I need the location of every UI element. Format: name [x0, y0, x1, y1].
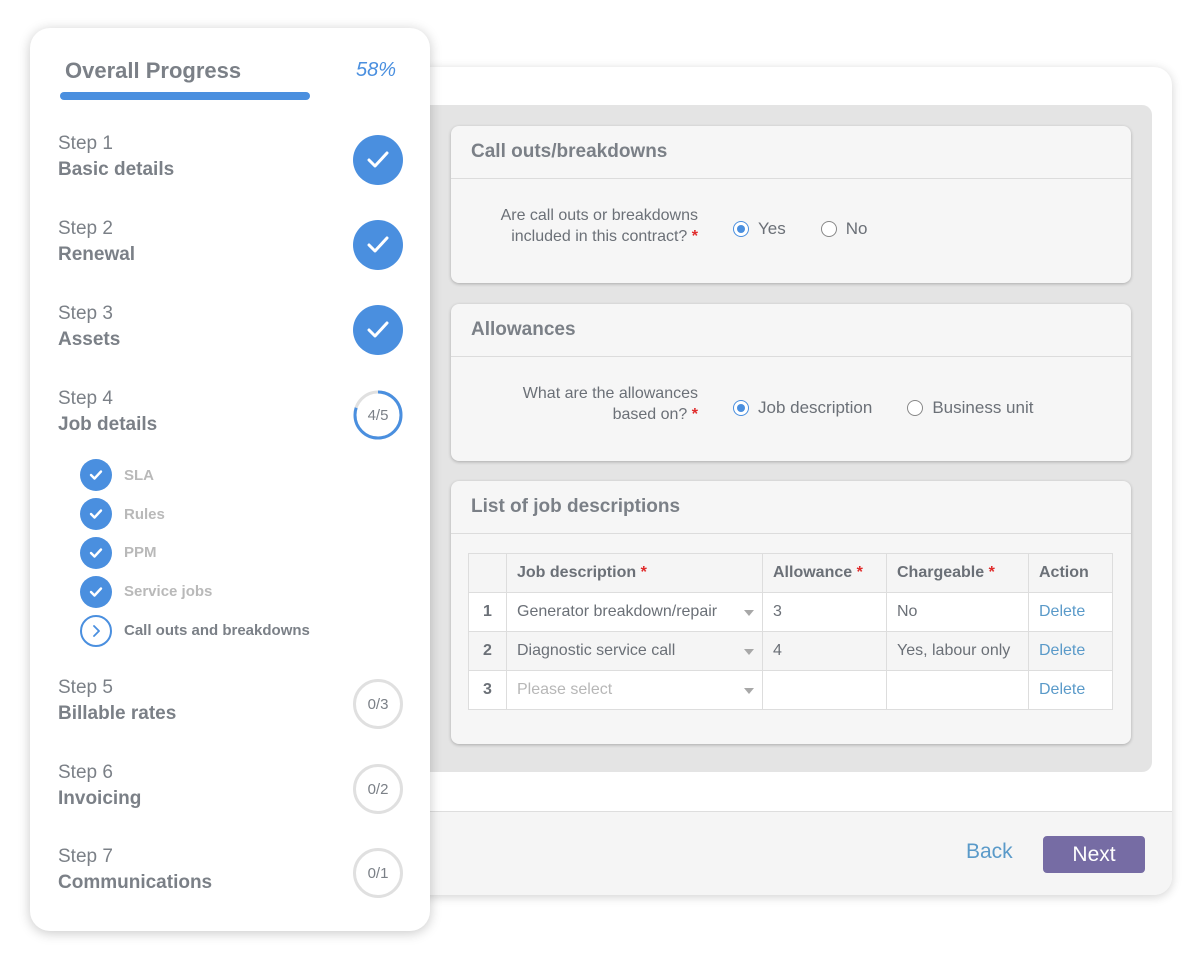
table-row: 1 Generator breakdown/repair 3 No Delete [468, 592, 1113, 632]
step-2[interactable]: Step 2 Renewal [58, 216, 403, 270]
step-3[interactable]: Step 3 Assets [58, 301, 403, 355]
substep-ppm[interactable]: PPM [80, 534, 310, 573]
delete-link[interactable]: Delete [1039, 603, 1085, 620]
content-area: Call outs/breakdowns Are call outs or br… [430, 105, 1152, 772]
allowance-input[interactable]: 4 [762, 631, 887, 671]
chargeable-select[interactable] [886, 670, 1029, 710]
progress-ring: 4/5 [353, 390, 403, 440]
chevron-down-icon[interactable] [744, 649, 754, 655]
table-header-row: Job description * Allowance * Chargeable… [468, 553, 1113, 593]
check-icon [80, 536, 112, 569]
chevron-down-icon[interactable] [744, 610, 754, 616]
allowances-business-unit-radio[interactable]: Business unit [907, 398, 1033, 418]
check-icon [80, 575, 112, 608]
check-icon [80, 459, 112, 492]
substeps-list: SLA Rules PPM Service jobs Call outs and… [80, 456, 310, 650]
step-count-badge: 0/1 [353, 848, 403, 898]
check-icon [353, 220, 403, 270]
step-count-badge: 0/2 [353, 764, 403, 814]
step-6[interactable]: Step 6 Invoicing 0/2 [58, 760, 403, 814]
callouts-yes-radio[interactable]: Yes [733, 219, 786, 239]
delete-link[interactable]: Delete [1039, 681, 1085, 698]
radio-checked-icon[interactable] [733, 221, 749, 237]
substep-sla[interactable]: SLA [80, 456, 310, 495]
progress-percent: 58% [356, 59, 397, 81]
callouts-radio-group: Yes No [733, 219, 902, 239]
progress-title: Overall Progress [65, 58, 242, 83]
chevron-right-icon [80, 614, 112, 647]
allowance-input[interactable] [762, 670, 887, 710]
allowances-radio-group: Job description Business unit [733, 398, 1068, 418]
allowance-input[interactable]: 3 [762, 592, 887, 632]
substep-rules[interactable]: Rules [80, 495, 310, 534]
chevron-down-icon[interactable] [744, 688, 754, 694]
chargeable-select[interactable]: No [886, 592, 1029, 632]
table-row: 3 Please select Delete [468, 670, 1113, 710]
check-icon [353, 135, 403, 185]
job-description-select[interactable]: Diagnostic service call [506, 631, 763, 671]
step-7[interactable]: Step 7 Communications 0/1 [58, 844, 403, 898]
job-descriptions-table: Job description * Allowance * Chargeable… [468, 553, 1113, 710]
step-1[interactable]: Step 1 Basic details [58, 131, 403, 185]
header-action: Action [1028, 553, 1113, 593]
callouts-no-radio[interactable]: No [820, 219, 867, 239]
row-num: 1 [468, 592, 507, 632]
callouts-card: Call outs/breakdowns Are call outs or br… [451, 126, 1131, 283]
back-button[interactable]: Back [966, 840, 1013, 864]
next-button[interactable]: Next [1043, 836, 1145, 873]
substep-service-jobs[interactable]: Service jobs [80, 572, 310, 611]
check-icon [80, 498, 112, 531]
header-job-description: Job description * [506, 553, 763, 593]
table-row: 2 Diagnostic service call 4 Yes, labour … [468, 631, 1113, 671]
substep-call-outs[interactable]: Call outs and breakdowns [80, 611, 310, 650]
header-num [468, 553, 507, 593]
row-num: 2 [468, 631, 507, 671]
header-allowance: Allowance * [762, 553, 887, 593]
delete-link[interactable]: Delete [1039, 642, 1085, 659]
header-chargeable: Chargeable * [886, 553, 1029, 593]
callouts-card-title: Call outs/breakdowns [451, 126, 1131, 179]
radio-checked-icon[interactable] [733, 400, 749, 416]
footer: Back Next [412, 811, 1172, 895]
check-icon [353, 305, 403, 355]
allowances-card: Allowances What are the allowances based… [451, 304, 1131, 461]
radio-unchecked-icon[interactable] [907, 400, 924, 416]
step-4[interactable]: Step 4 Job details 4/5 [58, 386, 403, 440]
required-asterisk: * [691, 406, 698, 423]
step-count-badge: 0/3 [353, 679, 403, 729]
job-list-card-title: List of job descriptions [451, 481, 1131, 534]
allowances-card-title: Allowances [451, 304, 1131, 357]
row-num: 3 [468, 670, 507, 710]
job-list-card: List of job descriptions Job description… [451, 481, 1131, 744]
radio-unchecked-icon[interactable] [820, 221, 837, 237]
callouts-question-label: Are call outs or breakdowns included in … [500, 207, 698, 245]
required-asterisk: * [691, 228, 698, 245]
step-5[interactable]: Step 5 Billable rates 0/3 [58, 675, 403, 729]
allowances-question-label: What are the allowances based on? * [522, 385, 698, 423]
main-window: Call outs/breakdowns Are call outs or br… [412, 67, 1172, 895]
progress-bar [60, 92, 310, 100]
job-description-select[interactable]: Please select [506, 670, 763, 710]
allowances-job-description-radio[interactable]: Job description [733, 398, 872, 418]
job-description-select[interactable]: Generator breakdown/repair [506, 592, 763, 632]
progress-sidebar: Overall Progress 58% Step 1 Basic detail… [30, 28, 430, 931]
callouts-question-row: Are call outs or breakdowns included in … [451, 179, 1131, 279]
chargeable-select[interactable]: Yes, labour only [886, 631, 1029, 671]
allowances-question-row: What are the allowances based on? * Job … [451, 357, 1131, 457]
